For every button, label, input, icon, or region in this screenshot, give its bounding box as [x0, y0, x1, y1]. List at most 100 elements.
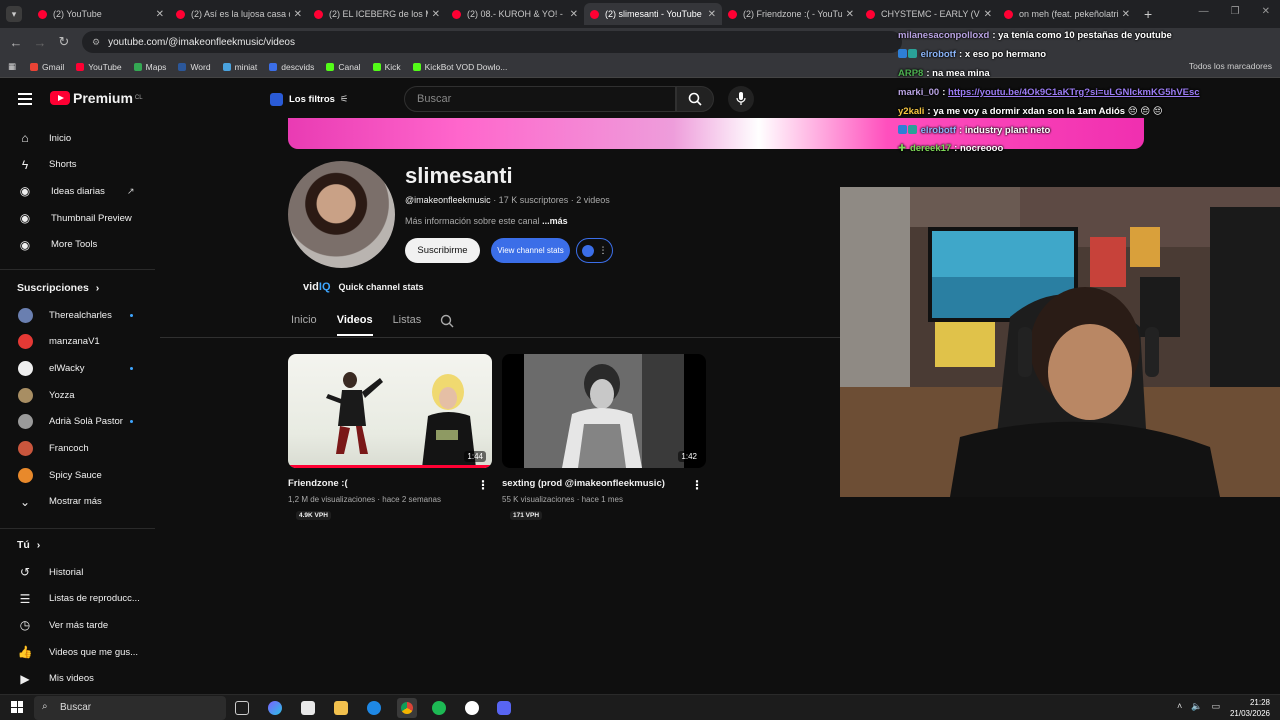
vidiq-filters-button[interactable]: Los filtros ⚟ [270, 88, 348, 110]
browser-tab[interactable]: (2) YouTube ✕ [32, 3, 170, 25]
tab-listas[interactable]: Listas [393, 314, 422, 336]
subscription-item[interactable]: Spicy Sauce [0, 462, 155, 488]
more-link[interactable]: ...más [542, 216, 568, 226]
sidebar-item[interactable]: ▶ Mis videos [0, 666, 155, 692]
maximize-button[interactable]: ❐ [1231, 6, 1240, 17]
volume-icon[interactable]: 🔈 [1191, 701, 1202, 712]
close-tab-icon[interactable]: ✕ [294, 9, 302, 20]
minimize-button[interactable]: — [1199, 6, 1209, 17]
bookmark-item[interactable]: Canal [326, 62, 361, 72]
chrome-icon[interactable] [397, 698, 417, 718]
browser-tab[interactable]: (2) slimesanti - YouTube ✕ [584, 3, 722, 25]
sidebar-item[interactable]: ◉ Ideas diarias ↗ [0, 178, 155, 204]
browser-tab-title: (2) EL ICEBERG de los MÚ [329, 9, 428, 19]
video-card[interactable]: 1:42 sexting (prod @imakeonfleekmusic) 5… [502, 354, 707, 522]
subscriptions-heading[interactable]: Suscripciones › [17, 282, 99, 294]
close-tab-icon[interactable]: ✕ [1122, 9, 1130, 20]
close-tab-icon[interactable]: ✕ [708, 9, 716, 20]
spotify-icon[interactable] [432, 701, 446, 715]
file-explorer-icon[interactable] [334, 701, 348, 715]
browser-tab[interactable]: (2) EL ICEBERG de los MÚ ✕ [308, 3, 446, 25]
chat-text[interactable]: https://youtu.be/4Ok9C1aKTrg?si=uLGNIckm… [948, 87, 1200, 98]
channel-search-button[interactable] [440, 314, 454, 333]
bookmark-item[interactable]: descvids [269, 62, 314, 72]
close-tab-icon[interactable]: ✕ [432, 9, 440, 20]
bookmark-item[interactable]: Word [178, 62, 211, 72]
bookmark-item[interactable]: Maps [133, 62, 166, 72]
browser-tab[interactable]: (2) 08.- KUROH & YO! - P ✕ [446, 3, 584, 25]
back-button[interactable]: ← [4, 35, 28, 50]
close-tab-icon[interactable]: ✕ [984, 9, 992, 20]
sidebar-item[interactable]: ↺ Historial [0, 559, 155, 585]
vidiq-quick-stats[interactable]: vidIQ Quick channel stats [303, 281, 424, 293]
subscription-item[interactable]: Francoch [0, 436, 155, 462]
channel-avatar[interactable] [288, 161, 395, 268]
clock-date: 21/03/2026 [1229, 709, 1270, 718]
bot-badge-icon [908, 124, 917, 134]
taskbar-search[interactable]: ⌕ Buscar [34, 696, 226, 720]
menu-icon[interactable] [18, 93, 32, 108]
browser-tab[interactable]: (2) Así es la lujosa casa de ✕ [170, 3, 308, 25]
bookmark-item[interactable]: KickBot VOD Dowlo... [412, 62, 507, 72]
forward-button[interactable]: → [28, 35, 52, 50]
tray-chevron-icon[interactable]: ˄ [1177, 701, 1182, 712]
subscription-item[interactable]: manzanaV1 [0, 329, 155, 355]
sidebar-item[interactable]: ◷ Ver más tarde [0, 612, 155, 638]
bookmark-item[interactable]: Gmail [30, 62, 64, 72]
subscribe-button[interactable]: Suscribirme [405, 238, 480, 263]
bookmark-item[interactable]: miniat [222, 62, 257, 72]
search-button[interactable] [676, 86, 714, 112]
search-input[interactable]: Buscar [404, 86, 676, 112]
video-card[interactable]: 1:44 Friendzone :( 1,2 M de visualizacio… [288, 354, 493, 522]
sidebar-item[interactable]: ☰ Listas de reproducc... [0, 586, 155, 612]
address-bar[interactable]: ⚙ youtube.com/@imakeonfleekmusic/videos [82, 31, 902, 53]
network-icon[interactable]: ▭ [1211, 701, 1220, 712]
tab-search-button[interactable]: ▾ [6, 6, 22, 22]
video-menu-icon[interactable]: ⋮ [477, 478, 489, 492]
view-channel-stats-button[interactable]: View channel stats [491, 238, 570, 263]
video-title[interactable]: sexting (prod @imakeonfleekmusic) [502, 478, 707, 489]
subscription-item[interactable]: Therealcharles [0, 302, 155, 328]
youtube-logo[interactable]: Premium CL [50, 90, 143, 106]
new-tab-button[interactable]: + [1144, 6, 1152, 22]
close-window-button[interactable]: ✕ [1262, 6, 1270, 17]
video-menu-icon[interactable]: ⋮ [691, 478, 703, 492]
subscription-item[interactable]: Yozza [0, 382, 155, 408]
video-title[interactable]: Friendzone :( [288, 478, 493, 489]
browser-tab[interactable]: (2) Friendzone :( - YouTu ✕ [722, 3, 860, 25]
obs-icon[interactable] [465, 701, 479, 715]
close-tab-icon[interactable]: ✕ [156, 9, 164, 20]
sidebar-item[interactable]: ⌂ Inicio [0, 125, 155, 151]
bookmark-item[interactable]: YouTube [76, 62, 122, 72]
close-tab-icon[interactable]: ✕ [570, 9, 578, 20]
close-tab-icon[interactable]: ✕ [846, 9, 854, 20]
you-heading[interactable]: Tú › [17, 539, 40, 551]
voice-search-button[interactable] [728, 86, 754, 112]
sidebar-item[interactable]: ◉ Thumbnail Preview [0, 205, 155, 231]
tab-videos[interactable]: Videos [336, 314, 373, 336]
task-view-icon[interactable] [235, 701, 249, 715]
video-thumbnail[interactable]: 1:44 [288, 354, 492, 468]
show-more-button[interactable]: ⌄ Mostrar más [0, 489, 155, 515]
taskbar-clock[interactable]: 21:28 21/03/2026 [1230, 697, 1270, 719]
store-icon[interactable] [301, 701, 315, 715]
discord-icon[interactable] [497, 701, 511, 715]
video-thumbnail[interactable]: 1:42 [502, 354, 706, 468]
site-info-icon[interactable]: ⚙ [92, 37, 100, 48]
bookmark-item[interactable]: Kick [372, 62, 401, 72]
edge-icon[interactable] [367, 701, 381, 715]
browser-tab[interactable]: on meh (feat. pekeñolatri ✕ [998, 3, 1136, 25]
tab-inicio[interactable]: Inicio [291, 314, 317, 336]
subscription-item[interactable]: Adrià Solà Pastor [0, 409, 155, 435]
sidebar-item[interactable]: ϟ Shorts [0, 152, 155, 178]
sidebar-item[interactable]: 👍 Videos que me gus... [0, 639, 155, 665]
apps-icon[interactable]: ▦ [8, 61, 16, 72]
windows-start-icon[interactable] [11, 701, 23, 713]
channel-more-info[interactable]: Más información sobre este canal ...más [405, 216, 568, 226]
browser-tab[interactable]: CHYSTEMC - EARLY (Vide ✕ [860, 3, 998, 25]
sidebar-item[interactable]: ◉ More Tools [0, 232, 155, 258]
subscription-item[interactable]: elWacky [0, 355, 155, 381]
copilot-icon[interactable] [268, 701, 282, 715]
vidiq-options-button[interactable]: ⋮ [576, 238, 613, 263]
reload-button[interactable]: ↻ [52, 34, 76, 50]
